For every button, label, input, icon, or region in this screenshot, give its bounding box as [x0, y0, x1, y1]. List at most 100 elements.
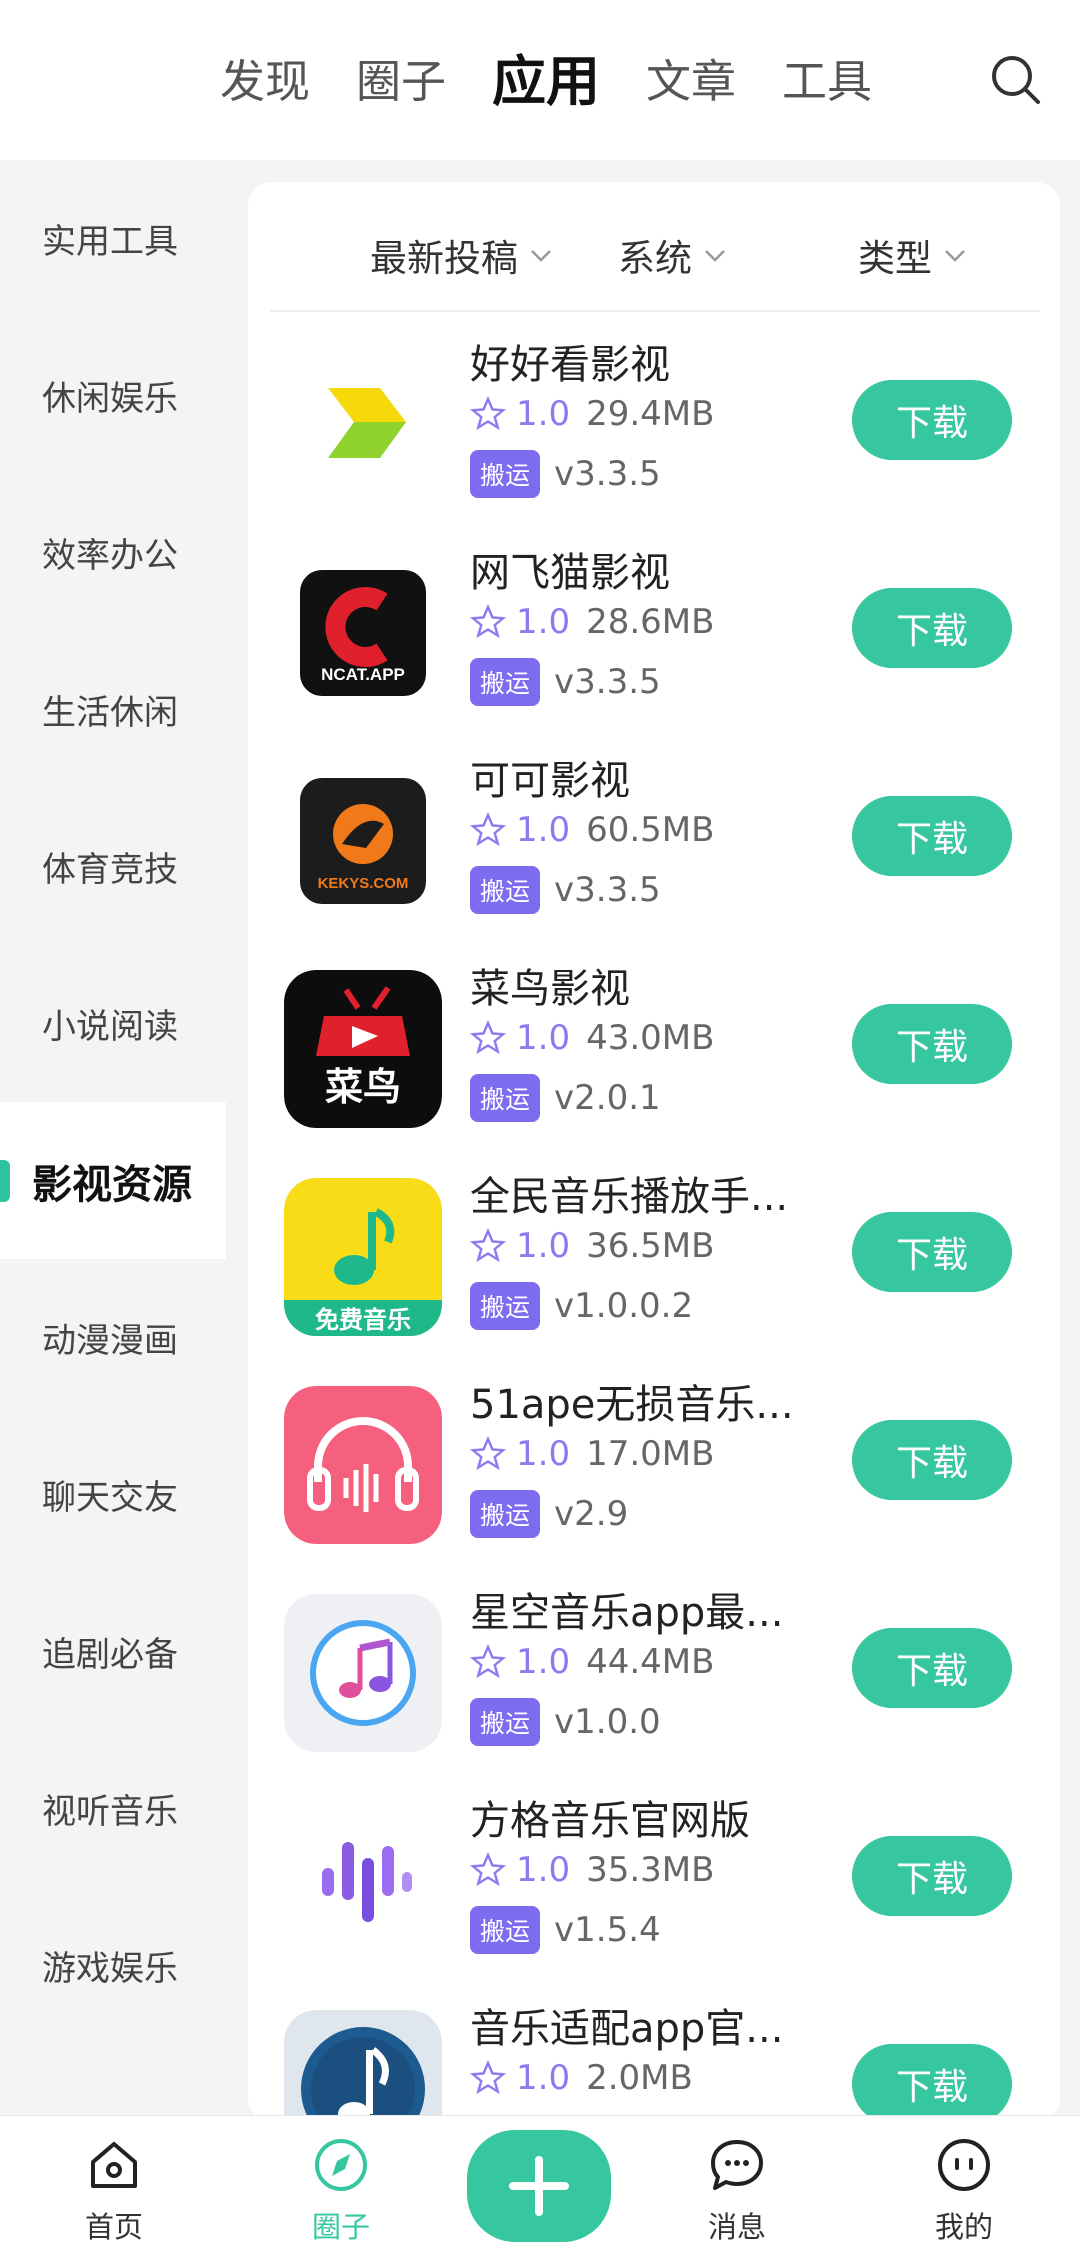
add-button[interactable]: [467, 2130, 611, 2242]
nav-mine[interactable]: 我的: [894, 2134, 1034, 2246]
sidebar-item-lifestyle[interactable]: 生活休闲: [0, 631, 226, 788]
list-item[interactable]: 菜鸟 菜鸟影视 1.0 43.0MB 搬运 v2.0.1 下载: [248, 946, 1060, 1154]
sidebar-item-label: 效率办公: [42, 536, 178, 576]
cainiao-icon-text: 菜鸟: [325, 1065, 401, 1109]
app-size: 44.4MB: [586, 1642, 715, 1682]
sidebar-item-music[interactable]: 视听音乐: [0, 1730, 226, 1887]
sidebar-item-utility-tools[interactable]: 实用工具: [0, 160, 226, 317]
sidebar-item-video[interactable]: 影视资源: [0, 1102, 226, 1259]
list-item[interactable]: 好好看影视 1.0 29.4MB 搬运 v3.3.5 下载: [248, 322, 1060, 530]
sidebar-item-office[interactable]: 效率办公: [0, 474, 226, 631]
star-outline-icon: [470, 1020, 506, 1055]
app-version: v1.0.0: [554, 1702, 661, 1742]
app-icon-quanmin-music: 免费音乐: [284, 1178, 442, 1336]
download-button[interactable]: 下载: [852, 796, 1012, 876]
list-item[interactable]: 星空音乐app最... 1.0 44.4MB 搬运 v1.0.0 下载: [248, 1570, 1060, 1778]
app-version: v2.9: [554, 1494, 629, 1534]
app-size: 43.0MB: [586, 1018, 715, 1058]
filter-system[interactable]: 系统: [618, 228, 728, 282]
download-button[interactable]: 下载: [852, 1628, 1012, 1708]
sidebar-item-drama[interactable]: 追剧必备: [0, 1573, 226, 1730]
kekys-icon-text: KEKYS.COM: [318, 875, 409, 892]
star-outline-icon: [470, 396, 506, 431]
sidebar-item-sports[interactable]: 体育竞技: [0, 788, 226, 945]
app-name: 好好看影视: [470, 342, 670, 388]
star-outline-icon: [470, 1436, 506, 1471]
sidebar-item-label: 追剧必备: [42, 1635, 178, 1675]
app-meta: 1.0 28.6MB: [470, 602, 714, 642]
app-list-panel: 最新投稿 系统 类型 好好看影视 1.0 29.4MB 搬运 v3.3.5 下载…: [248, 182, 1060, 2122]
download-button[interactable]: 下载: [852, 1836, 1012, 1916]
app-meta: 1.0 36.5MB: [470, 1226, 714, 1266]
download-button[interactable]: 下载: [852, 1420, 1012, 1500]
sidebar-item-novels[interactable]: 小说阅读: [0, 945, 226, 1102]
home-icon: [91, 2142, 137, 2188]
app-version-row: 搬运 v1.5.4: [470, 1906, 661, 1954]
app-rating: 1.0: [516, 1850, 571, 1890]
active-indicator: [0, 1160, 10, 1202]
app-meta: 1.0 35.3MB: [470, 1850, 714, 1890]
nav-messages-label: 消息: [707, 2210, 766, 2244]
app-meta: 1.0 60.5MB: [470, 810, 714, 850]
repost-badge: 搬运: [470, 1074, 541, 1122]
app-version-row: 搬运 v1.0.0: [470, 1698, 661, 1746]
download-button[interactable]: 下载: [852, 588, 1012, 668]
app-icon-xingkong-music: [284, 1594, 442, 1752]
list-item[interactable]: 51ape无损音乐... 1.0 17.0MB 搬运 v2.9 下载: [248, 1362, 1060, 1570]
app-version: v3.3.5: [554, 870, 661, 910]
filter-sort[interactable]: 最新投稿: [370, 228, 554, 282]
app-size: 29.4MB: [586, 394, 715, 434]
sidebar-item-leisure[interactable]: 休闲娱乐: [0, 317, 226, 474]
repost-badge: 搬运: [470, 1282, 541, 1330]
sidebar-item-label: 游戏娱乐: [42, 1949, 178, 1989]
app-name: 星空音乐app最...: [470, 1590, 784, 1636]
list-item[interactable]: NCAT.APP 网飞猫影视 1.0 28.6MB 搬运 v3.3.5 下载: [248, 530, 1060, 738]
app-name: 方格音乐官网版: [470, 1798, 750, 1844]
chevron-down-icon: [945, 250, 965, 262]
search-icon[interactable]: [988, 52, 1044, 108]
sidebar-item-anime[interactable]: 动漫漫画: [0, 1259, 226, 1416]
star-outline-icon: [470, 1852, 506, 1887]
app-version: v1.5.4: [554, 1910, 661, 1950]
app-icon-kekys: KEKYS.COM: [284, 762, 442, 920]
repost-badge: 搬运: [470, 1906, 541, 1954]
filter-type[interactable]: 类型: [858, 228, 968, 282]
nav-home[interactable]: 首页: [44, 2134, 184, 2246]
plus-icon: [509, 2156, 569, 2216]
download-button[interactable]: 下载: [852, 2044, 1012, 2122]
tab-tools[interactable]: 工具: [782, 50, 872, 114]
app-rating: 1.0: [516, 1642, 571, 1682]
nav-messages[interactable]: 消息: [667, 2134, 807, 2246]
list-item[interactable]: 方格音乐官网版 1.0 35.3MB 搬运 v1.5.4 下载: [248, 1778, 1060, 1986]
repost-badge: 搬运: [470, 866, 541, 914]
app-name: 网飞猫影视: [470, 550, 670, 596]
tab-circle[interactable]: 圈子: [356, 50, 446, 114]
tab-discover[interactable]: 发现: [220, 50, 310, 114]
download-button[interactable]: 下载: [852, 1004, 1012, 1084]
tab-articles[interactable]: 文章: [646, 50, 736, 114]
app-version-row: 搬运 v3.3.5: [470, 450, 661, 498]
app-icon-fangge-music: [284, 1802, 442, 1960]
sidebar-item-label: 视听音乐: [42, 1792, 178, 1832]
app-size: 17.0MB: [586, 1434, 715, 1474]
nav-circle[interactable]: 圈子: [271, 2134, 411, 2246]
tab-apps[interactable]: 应用: [492, 50, 600, 114]
list-item[interactable]: 免费音乐 全民音乐播放手... 1.0 36.5MB 搬运 v1.0.0.2 下…: [248, 1154, 1060, 1362]
app-icon-music-adapter: [284, 2010, 442, 2122]
app-version: v3.3.5: [554, 454, 661, 494]
quanmin-icon-text: 免费音乐: [315, 1306, 411, 1334]
download-button[interactable]: 下载: [852, 380, 1012, 460]
app-rating: 1.0: [516, 1018, 571, 1058]
app-meta: 1.0 2.0MB: [470, 2058, 693, 2098]
sidebar-item-label: 动漫漫画: [42, 1321, 178, 1361]
chevron-down-icon: [531, 250, 551, 262]
download-button[interactable]: 下载: [852, 1212, 1012, 1292]
list-item[interactable]: 音乐适配app官... 1.0 2.0MB 下载: [248, 1986, 1060, 2122]
list-item[interactable]: KEKYS.COM 可可影视 1.0 60.5MB 搬运 v3.3.5 下载: [248, 738, 1060, 946]
star-outline-icon: [470, 812, 506, 847]
sidebar-item-label: 生活休闲: [42, 693, 178, 733]
sidebar-item-games[interactable]: 游戏娱乐: [0, 1887, 226, 2044]
app-rating: 1.0: [516, 2058, 571, 2098]
sidebar-item-social[interactable]: 聊天交友: [0, 1416, 226, 1573]
compass-icon: [315, 2139, 367, 2191]
